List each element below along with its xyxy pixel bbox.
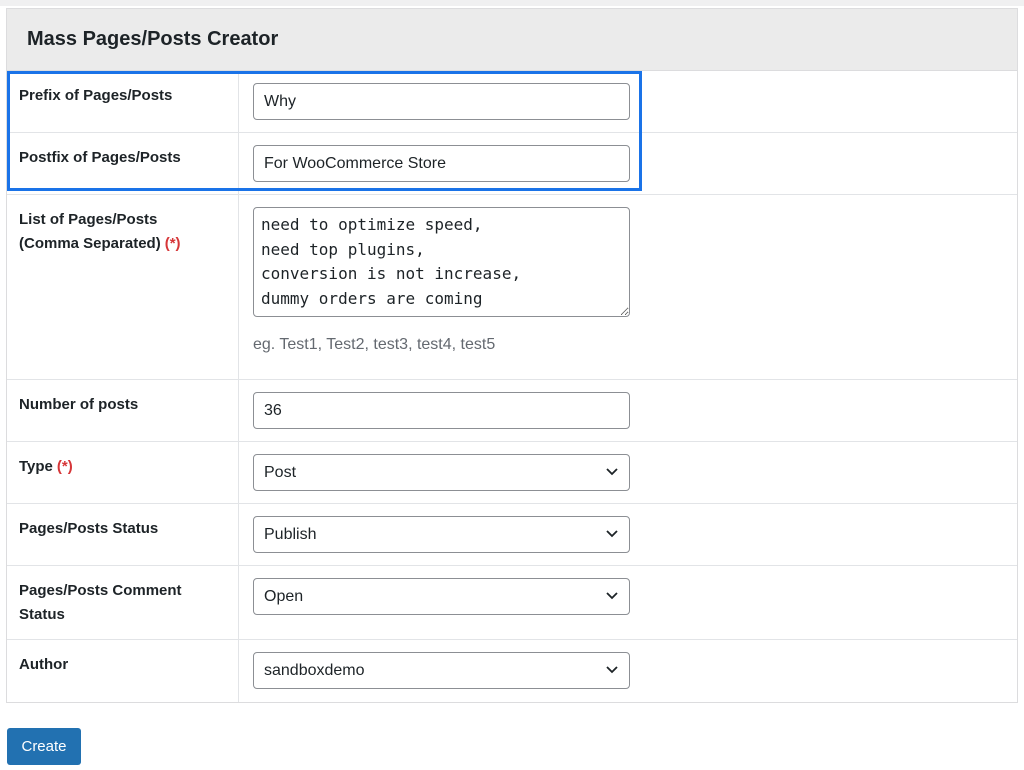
creator-panel: Mass Pages/Posts Creator Prefix of Pages…	[6, 8, 1018, 703]
type-label-text: Type	[19, 458, 53, 475]
postfix-label: Postfix of Pages/Posts	[7, 133, 239, 194]
form-row-prefix: Prefix of Pages/Posts	[7, 71, 1017, 133]
comment-status-selected-value: Open	[264, 587, 304, 605]
status-field-cell: Publish	[239, 504, 1017, 565]
chevron-down-icon	[606, 666, 618, 674]
chevron-down-icon	[606, 592, 618, 600]
prefix-field-cell	[239, 71, 1017, 132]
create-button[interactable]: Create	[7, 728, 81, 765]
form-row-postfix: Postfix of Pages/Posts	[7, 133, 1017, 195]
required-marker: (*)	[164, 235, 181, 252]
list-label-line2: (Comma Separated) (*)	[19, 232, 228, 256]
panel-header: Mass Pages/Posts Creator	[7, 9, 1017, 71]
postfix-input[interactable]	[253, 145, 630, 182]
author-selected-value: sandboxdemo	[264, 661, 365, 679]
form-row-author: Author sandboxdemo	[7, 640, 1017, 702]
pages-list-textarea[interactable]	[253, 207, 630, 317]
prefix-input[interactable]	[253, 83, 630, 120]
list-label-line1: List of Pages/Posts	[19, 211, 158, 228]
comment-status-label-line2: Status	[19, 606, 65, 623]
top-divider	[0, 0, 1024, 6]
author-label: Author	[7, 640, 239, 702]
form-row-comment-status: Pages/Posts Comment Status Open	[7, 566, 1017, 640]
status-select[interactable]: Publish	[253, 516, 630, 553]
required-marker: (*)	[56, 458, 73, 475]
comment-status-field-cell: Open	[239, 566, 1017, 639]
author-select[interactable]: sandboxdemo	[253, 652, 630, 689]
comment-status-select[interactable]: Open	[253, 578, 630, 615]
number-label: Number of posts	[7, 380, 239, 441]
chevron-down-icon	[606, 530, 618, 538]
type-select[interactable]: Post	[253, 454, 630, 491]
form-row-number: Number of posts	[7, 380, 1017, 442]
form-row-status: Pages/Posts Status Publish	[7, 504, 1017, 566]
type-label: Type (*)	[7, 442, 239, 503]
list-label: List of Pages/Posts (Comma Separated) (*)	[7, 195, 239, 379]
form-row-list: List of Pages/Posts (Comma Separated) (*)…	[7, 195, 1017, 380]
type-selected-value: Post	[264, 463, 297, 481]
postfix-field-cell	[239, 133, 1017, 194]
comment-status-label-line1: Pages/Posts Comment	[19, 582, 182, 599]
list-label-line2-text: (Comma Separated)	[19, 235, 161, 252]
status-label: Pages/Posts Status	[7, 504, 239, 565]
comment-status-label: Pages/Posts Comment Status	[7, 566, 239, 639]
status-selected-value: Publish	[264, 525, 317, 543]
list-hint: eg. Test1, Test2, test3, test4, test5	[253, 336, 496, 353]
list-field-cell: eg. Test1, Test2, test3, test4, test5	[239, 195, 1017, 379]
form-row-type: Type (*) Post	[7, 442, 1017, 504]
author-field-cell: sandboxdemo	[239, 640, 1017, 702]
number-of-posts-input[interactable]	[253, 392, 630, 429]
number-field-cell	[239, 380, 1017, 441]
chevron-down-icon	[606, 468, 618, 476]
page-title: Mass Pages/Posts Creator	[27, 28, 279, 50]
prefix-label: Prefix of Pages/Posts	[7, 71, 239, 132]
type-field-cell: Post	[239, 442, 1017, 503]
